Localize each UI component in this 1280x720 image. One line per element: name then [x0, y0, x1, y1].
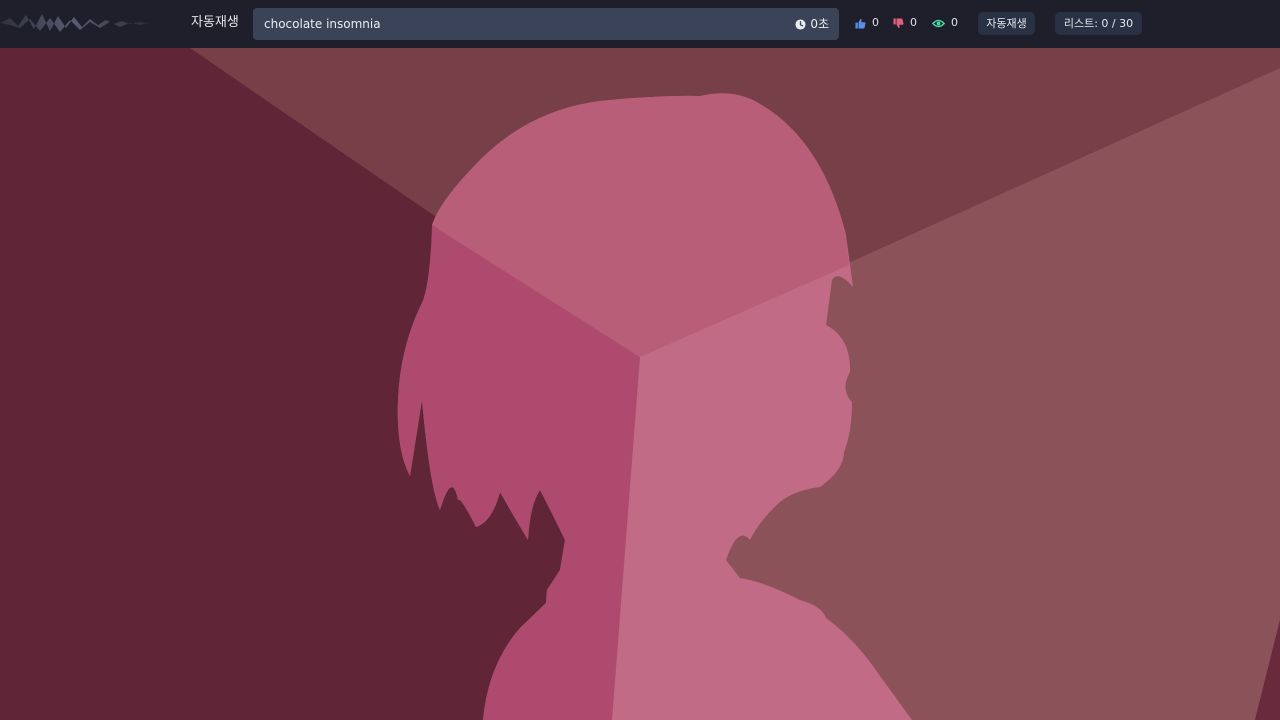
song-title: chocolate insomnia — [264, 17, 381, 31]
views-stat: 0 — [932, 15, 958, 31]
autoplay-button[interactable]: 자동재생 — [978, 12, 1035, 35]
clock-icon — [795, 18, 806, 30]
waveform-logo-icon — [0, 14, 150, 32]
thumbs-up-icon — [855, 18, 866, 29]
top-bar: 자동재생 chocolate insomnia 0초 0 0 0 자동재생 리스… — [0, 0, 1280, 48]
autoplay-label: 자동재생 — [191, 15, 239, 30]
timer-value: 0초 — [810, 17, 829, 31]
playlist-button[interactable]: 리스트: 0 / 30 — [1055, 12, 1142, 35]
like-count: 0 — [872, 16, 879, 29]
dislike-button[interactable]: 0 — [893, 15, 917, 31]
dislike-count: 0 — [910, 16, 917, 29]
like-button[interactable]: 0 — [855, 15, 879, 31]
eye-icon — [932, 19, 945, 27]
song-title-bar: chocolate insomnia 0초 — [253, 8, 839, 40]
timer: 0초 — [795, 15, 829, 33]
views-count: 0 — [951, 16, 958, 29]
thumbs-down-icon — [893, 17, 904, 28]
album-artwork — [0, 48, 1280, 720]
